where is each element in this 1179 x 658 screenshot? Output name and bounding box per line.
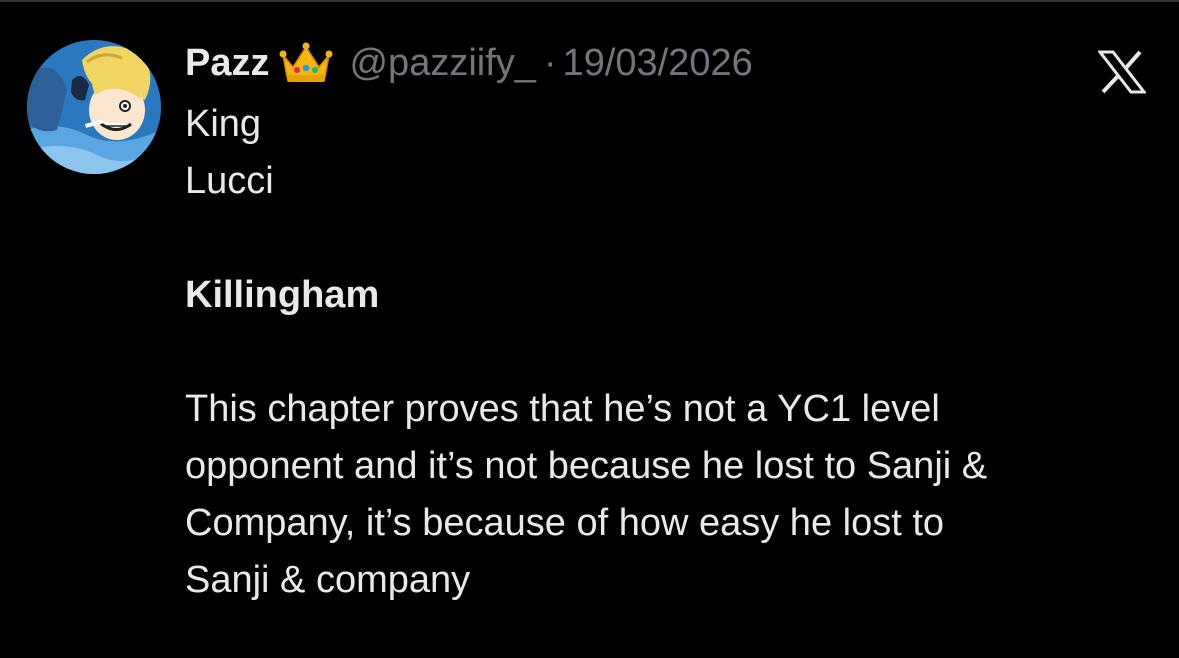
user-handle[interactable]: @pazziify_ bbox=[349, 42, 535, 85]
tweet-line bbox=[185, 324, 1155, 381]
tweet-header: Pazz @pazziify_ · 19/03/2026 bbox=[185, 38, 753, 88]
avatar[interactable] bbox=[27, 40, 161, 174]
tweet-line: opponent and it’s not because he lost to… bbox=[185, 445, 988, 487]
tweet-line bbox=[185, 210, 1155, 267]
crown-icon bbox=[279, 41, 333, 85]
tweet-line: Company, it’s because of how easy he los… bbox=[185, 502, 945, 544]
tweet-text: King Lucci Killingham This chapter prove… bbox=[185, 96, 1155, 609]
avatar-image bbox=[27, 40, 161, 174]
display-name[interactable]: Pazz bbox=[185, 42, 269, 85]
separator-dot: · bbox=[543, 41, 557, 84]
tweet-line-bold: Killingham bbox=[185, 274, 380, 316]
tweet-line: This chapter proves that he’s not a YC1 … bbox=[185, 388, 940, 430]
top-divider bbox=[0, 0, 1179, 2]
x-logo-icon[interactable] bbox=[1096, 50, 1148, 94]
tweet-line: King bbox=[185, 103, 262, 145]
tweet-line: Lucci bbox=[185, 160, 274, 202]
tweet-date[interactable]: 19/03/2026 bbox=[563, 42, 753, 85]
tweet-line: Sanji & company bbox=[185, 559, 471, 601]
